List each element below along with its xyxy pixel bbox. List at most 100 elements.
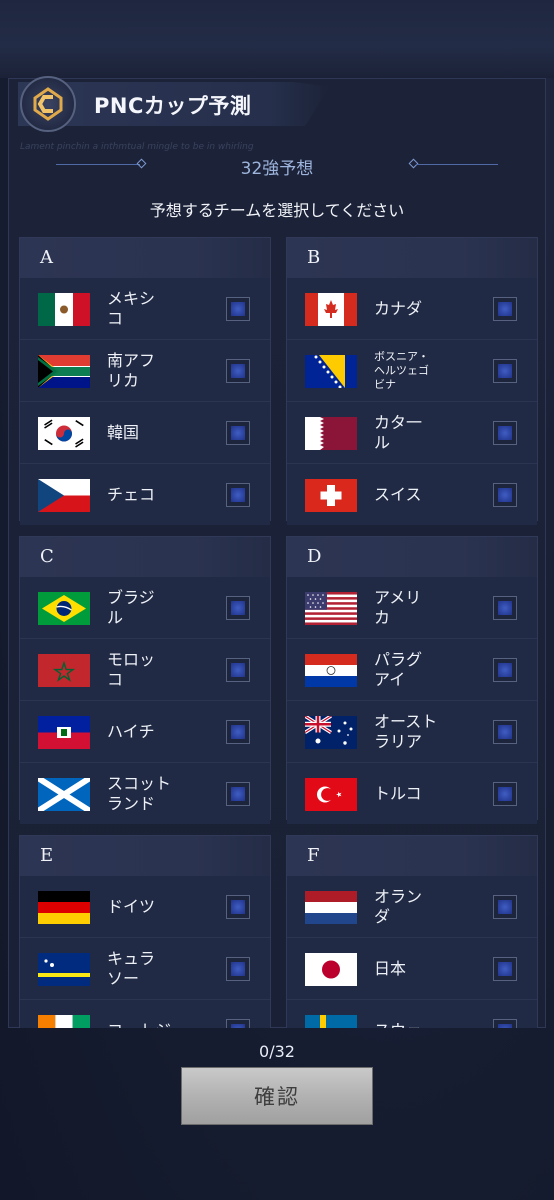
team-row[interactable]: カナダ xyxy=(287,278,537,340)
paraguay-flag-icon xyxy=(305,654,357,687)
team-row[interactable]: ボスニア・ ヘルツェゴ ビナ xyxy=(287,340,537,402)
team-name: ボスニア・ ヘルツェゴ ビナ xyxy=(374,349,429,391)
team-row[interactable]: トルコ xyxy=(287,763,537,824)
team-checkbox[interactable] xyxy=(226,359,250,383)
team-name: カナダ xyxy=(374,298,423,318)
team-name: 韓国 xyxy=(107,422,140,442)
canada-flag-icon xyxy=(305,293,357,326)
team-name: モロッコ xyxy=(107,649,156,689)
group-card-c: C ブラジルモロッコハイチスコット ランド xyxy=(19,536,271,824)
team-checkbox[interactable] xyxy=(493,1019,517,1028)
team-checkbox[interactable] xyxy=(226,297,250,321)
team-checkbox[interactable] xyxy=(226,720,250,744)
scotland-flag-icon xyxy=(38,778,90,811)
netherlands-flag-icon xyxy=(305,891,357,924)
team-row[interactable]: モロッコ xyxy=(20,639,270,701)
team-checkbox[interactable] xyxy=(493,596,517,620)
mexico-flag-icon xyxy=(38,293,90,326)
team-row[interactable]: ドイツ xyxy=(20,876,270,938)
turkey-flag-icon xyxy=(305,778,357,811)
team-checkbox[interactable] xyxy=(226,658,250,682)
team-name: 日本 xyxy=(374,958,407,978)
team-checkbox[interactable] xyxy=(226,782,250,806)
team-row[interactable]: オースト ラリア xyxy=(287,701,537,763)
team-checkbox[interactable] xyxy=(493,297,517,321)
group-card-e: E ドイツキュラソーコートジ xyxy=(19,835,271,1028)
group-card-f: F オランダ日本スウェー xyxy=(286,835,538,1028)
team-checkbox[interactable] xyxy=(226,895,250,919)
team-checkbox[interactable] xyxy=(226,421,250,445)
team-name: 南アフ リカ xyxy=(107,350,156,390)
team-row[interactable]: 南アフ リカ xyxy=(20,340,270,402)
team-row[interactable]: スコット ランド xyxy=(20,763,270,824)
team-checkbox[interactable] xyxy=(226,1019,250,1028)
team-checkbox[interactable] xyxy=(226,957,250,981)
team-name: アメリカ xyxy=(374,587,422,627)
team-name: スイス xyxy=(374,484,422,504)
australia-flag-icon xyxy=(305,716,357,749)
team-name: パラグ アイ xyxy=(374,649,423,689)
team-name: スウェー xyxy=(374,1000,494,1029)
haiti-flag-icon xyxy=(38,716,90,749)
team-row[interactable]: スイス xyxy=(287,464,537,525)
team-name: コートジ xyxy=(107,1000,227,1029)
team-name: トルコ xyxy=(374,783,422,803)
group-card-a: A メキシコ南アフ リカ韓国チェコ xyxy=(19,237,271,525)
team-checkbox[interactable] xyxy=(493,782,517,806)
curacao-flag-icon xyxy=(38,953,90,986)
team-row[interactable]: キュラ ソー xyxy=(20,938,270,1000)
team-checkbox[interactable] xyxy=(493,421,517,445)
team-checkbox[interactable] xyxy=(493,895,517,919)
group-label: F xyxy=(287,836,537,876)
team-name: キュラ ソー xyxy=(107,948,156,988)
group-label: A xyxy=(20,238,270,278)
brazil-flag-icon xyxy=(38,592,90,625)
team-checkbox[interactable] xyxy=(226,596,250,620)
team-name: ドイツ xyxy=(107,896,156,916)
team-checkbox[interactable] xyxy=(493,658,517,682)
team-name: ハイチ xyxy=(107,721,155,741)
team-row[interactable]: メキシコ xyxy=(20,278,270,340)
team-row[interactable]: 韓国 xyxy=(20,402,270,464)
switzerland-flag-icon xyxy=(305,479,357,512)
team-row[interactable]: コートジ xyxy=(20,1000,270,1028)
team-name: チェコ xyxy=(107,484,156,504)
team-checkbox[interactable] xyxy=(493,957,517,981)
selection-counter: 0/32 xyxy=(259,1042,295,1061)
group-label: D xyxy=(287,537,537,577)
team-name: オランダ xyxy=(374,886,423,926)
sweden-flag-icon xyxy=(305,1015,357,1028)
team-row[interactable]: カタ一ル xyxy=(287,402,537,464)
group-label: E xyxy=(20,836,270,876)
team-row[interactable]: ハイチ xyxy=(20,701,270,763)
south-africa-flag-icon xyxy=(38,355,90,388)
team-name: ブラジル xyxy=(107,587,155,627)
team-row[interactable]: スウェー xyxy=(287,1000,537,1028)
bosnia-flag-icon xyxy=(305,355,357,388)
group-card-d: D アメリカパラグ アイオースト ラリアトルコ xyxy=(286,536,538,824)
group-card-b: B カナダボスニア・ ヘルツェゴ ビナ カタ一ルスイス xyxy=(286,237,538,525)
team-name: メキシコ xyxy=(107,288,156,328)
groups-scroll-area[interactable]: A メキシコ南アフ リカ韓国チェコ B カナダボスニア・ ヘルツェゴ ビナ カタ一ルスイス C ブ… xyxy=(0,0,554,1028)
czech-flag-icon xyxy=(38,479,90,512)
korea-flag-icon xyxy=(38,417,90,450)
team-row[interactable]: パラグ アイ xyxy=(287,639,537,701)
team-row[interactable]: チェコ xyxy=(20,464,270,525)
qatar-flag-icon xyxy=(305,417,357,450)
team-name: オースト ラリア xyxy=(374,711,438,751)
germany-flag-icon xyxy=(38,891,90,924)
team-checkbox[interactable] xyxy=(493,359,517,383)
team-row[interactable]: ブラジル xyxy=(20,577,270,639)
group-label: C xyxy=(20,537,270,577)
group-label: B xyxy=(287,238,537,278)
morocco-flag-icon xyxy=(38,654,90,687)
ivory-coast-flag-icon xyxy=(38,1015,90,1028)
team-checkbox[interactable] xyxy=(226,483,250,507)
team-checkbox[interactable] xyxy=(493,720,517,744)
team-row[interactable]: アメリカ xyxy=(287,577,537,639)
team-row[interactable]: オランダ xyxy=(287,876,537,938)
confirm-button[interactable]: 確認 xyxy=(181,1067,373,1125)
team-name: カタ一ル xyxy=(374,412,423,452)
team-row[interactable]: 日本 xyxy=(287,938,537,1000)
team-checkbox[interactable] xyxy=(493,483,517,507)
